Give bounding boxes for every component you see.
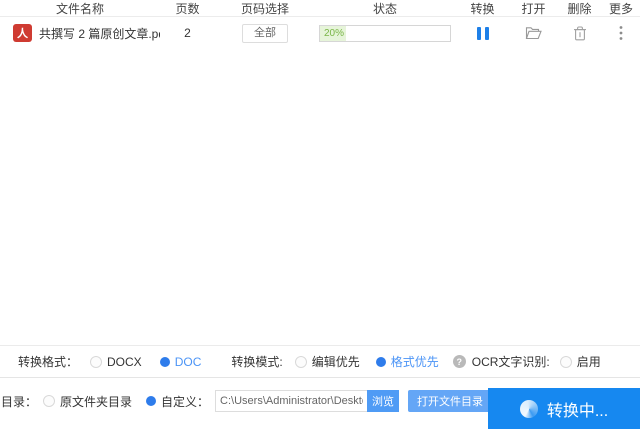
folder-open-icon — [525, 27, 542, 40]
table-row: 人 共撰写 2 篇原创文章.pdf 2 全部 20% — [0, 17, 640, 49]
ocr-option-enable[interactable]: 启用 — [559, 353, 601, 370]
radio-edit-priority[interactable] — [294, 355, 307, 368]
radio-docx[interactable] — [90, 355, 103, 368]
page-select-cell: 全部 — [215, 23, 315, 43]
radio-format-priority[interactable] — [375, 356, 386, 367]
output-path-input[interactable] — [215, 390, 368, 412]
column-header-delete: 删除 — [567, 1, 592, 16]
open-folder-button[interactable] — [523, 22, 545, 44]
progress-bar: 20% — [319, 24, 451, 42]
delete-button[interactable] — [569, 22, 591, 44]
pdf-converter-window: 文件名称 页数 页码选择 状态 转换 打开 删除 更多 人 共撰写 2 篇原创文… — [0, 0, 640, 429]
settings-bar: 转换格式： DOCX DOC 转换模式: 编辑优先 格式优先 ? OCR文字识别… — [0, 345, 640, 377]
convert-cell — [455, 22, 510, 44]
trash-icon — [573, 25, 586, 40]
column-header-pages: 页数 — [175, 1, 200, 16]
radio-ocr-enable[interactable] — [559, 355, 572, 368]
file-name-cell: 人 共撰写 2 篇原创文章.pdf — [0, 24, 160, 42]
delete-cell — [557, 22, 602, 44]
page-select-button[interactable]: 全部 — [242, 23, 288, 43]
ocr-label: OCR文字识别: — [471, 355, 550, 369]
browse-button[interactable]: 浏览 — [367, 390, 400, 412]
help-icon[interactable]: ? — [452, 355, 466, 368]
mode-label: 转换模式: — [231, 355, 283, 369]
directory-label: 目录： — [1, 394, 38, 409]
spinner-icon — [519, 399, 538, 418]
radio-original-folder[interactable] — [43, 395, 56, 407]
more-cell — [602, 22, 640, 44]
radio-custom-dir[interactable] — [146, 396, 157, 406]
column-header-filename: 文件名称 — [55, 1, 104, 16]
file-name: 共撰写 2 篇原创文章.pdf — [39, 26, 160, 41]
format-option-docx[interactable]: DOCX — [90, 355, 142, 369]
progress-fill: 20% — [320, 25, 346, 41]
dir-option-custom[interactable]: 自定义： — [146, 393, 209, 410]
open-file-directory-button[interactable]: 打开文件目录 — [408, 390, 493, 412]
radio-doc[interactable] — [159, 356, 170, 367]
output-directory-group: 目录： 原文件夹目录 自定义： 浏览 打开文件目录 — [1, 389, 493, 413]
column-header-status: 状态 — [372, 1, 397, 16]
column-header-convert: 转换 — [470, 1, 495, 16]
dir-option-original[interactable]: 原文件夹目录 — [43, 393, 132, 410]
convert-button[interactable]: 转换中... — [488, 388, 640, 429]
pdf-file-icon: 人 — [13, 24, 32, 42]
column-header-open: 打开 — [521, 1, 546, 16]
column-header-more: 更多 — [608, 1, 633, 16]
open-cell — [510, 22, 557, 44]
mode-option-format[interactable]: 格式优先 — [375, 353, 439, 370]
pause-button[interactable] — [472, 22, 494, 44]
progress-label: 20% — [324, 27, 345, 39]
vertical-dots-icon — [619, 26, 623, 40]
table-header: 文件名称 页数 页码选择 状态 转换 打开 删除 更多 — [0, 0, 640, 17]
bottom-bar: 目录： 原文件夹目录 自定义： 浏览 打开文件目录 转换中... — [0, 377, 640, 429]
format-option-doc[interactable]: DOC — [159, 355, 201, 369]
pages-cell: 2 — [184, 26, 191, 40]
column-header-page-select: 页码选择 — [240, 1, 289, 16]
mode-option-edit[interactable]: 编辑优先 — [294, 353, 360, 370]
pause-icon — [476, 26, 489, 40]
status-cell: 20% — [315, 24, 455, 42]
convert-button-label: 转换中... — [546, 402, 609, 420]
more-button[interactable] — [610, 22, 632, 44]
format-label: 转换格式： — [18, 355, 79, 369]
